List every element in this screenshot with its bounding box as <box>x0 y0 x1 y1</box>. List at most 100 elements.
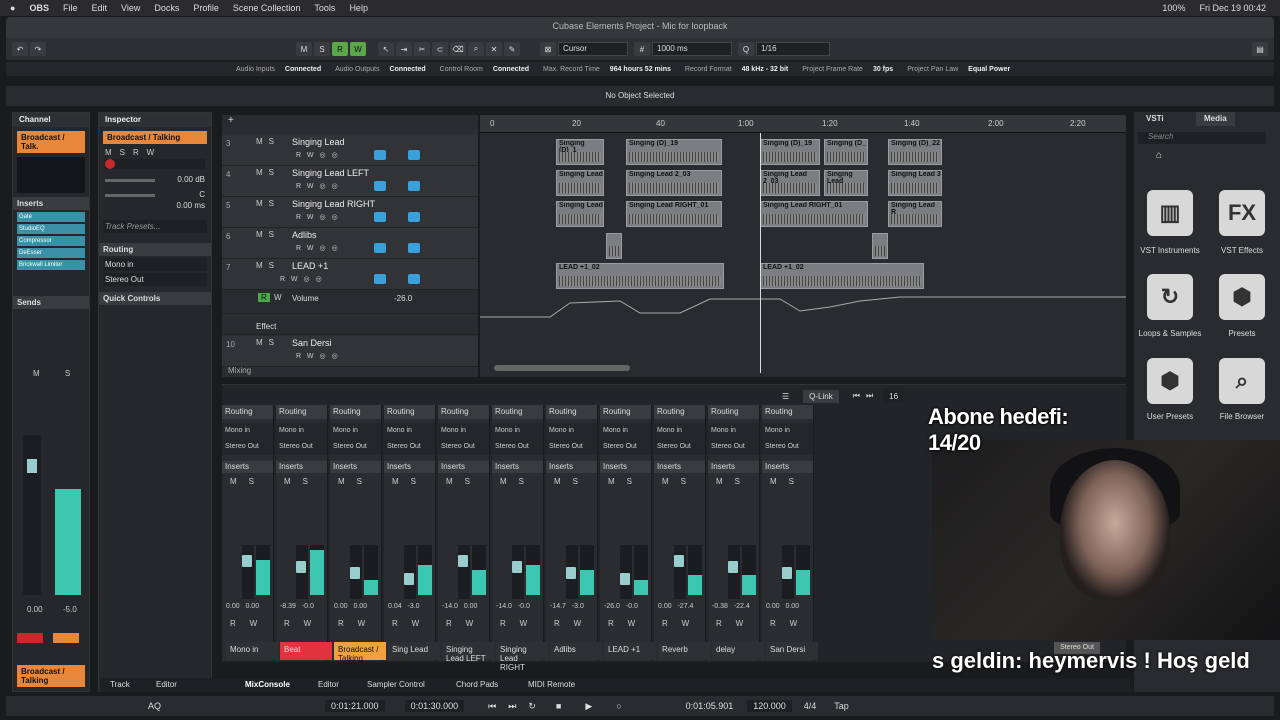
inspector-monitor-row[interactable] <box>105 159 205 169</box>
track-ms-buttons[interactable]: MS <box>256 137 280 146</box>
read-write-buttons[interactable]: RW <box>230 619 271 628</box>
routing-input[interactable]: Mono in <box>654 423 705 439</box>
channel-solo-button[interactable]: S <box>65 369 70 378</box>
routing-input[interactable]: Mono in <box>330 423 381 439</box>
insert-slot[interactable]: Gate <box>17 212 85 222</box>
channel-volume-value[interactable]: 0.00 <box>27 605 43 614</box>
fader-knob[interactable] <box>674 555 684 567</box>
zoom-tool-icon[interactable]: ⌕ <box>468 42 484 56</box>
edit-icon[interactable] <box>408 212 420 222</box>
draw-tool-icon[interactable]: ✎ <box>504 42 520 56</box>
routing-input[interactable]: Mono in <box>103 258 207 271</box>
channel-strip[interactable]: Routing Mono in Stereo Out Inserts MS 0.00 0.… <box>762 405 814 661</box>
menu-help[interactable]: Help <box>349 3 368 13</box>
automation-read-button[interactable]: R <box>258 293 270 302</box>
routing-header[interactable]: Routing <box>276 405 327 419</box>
volume-readout[interactable]: 0.04 -3.0 <box>388 603 434 610</box>
audio-inputs-status[interactable]: Connected <box>285 66 321 73</box>
channel-strip[interactable]: Routing Mono in Stereo Out Inserts MS -14.0 -… <box>492 405 544 661</box>
menu-tools[interactable]: Tools <box>314 3 335 13</box>
inserts-header[interactable]: Inserts <box>438 461 489 473</box>
control-room-status[interactable]: Connected <box>493 66 529 73</box>
playhead[interactable] <box>760 133 761 373</box>
inserts-header[interactable]: Inserts <box>600 461 651 473</box>
channel-name[interactable]: Beat <box>280 642 332 660</box>
mute-solo-buttons[interactable]: MS <box>654 473 705 490</box>
erase-tool-icon[interactable]: ⌫ <box>450 42 466 56</box>
mute-solo-buttons[interactable]: MS <box>222 473 273 490</box>
menu-view[interactable]: View <box>121 3 140 13</box>
mixer-menu-icon[interactable]: ☰ <box>782 392 789 401</box>
routing-header[interactable]: Routing <box>546 405 597 419</box>
channel-strip[interactable]: Routing Mono in Stereo Out Inserts MS 0.04 -3… <box>384 405 436 661</box>
read-write-buttons[interactable]: RW <box>284 619 325 628</box>
edit-icon[interactable] <box>408 274 420 284</box>
automation-lane[interactable]: R W Volume -26.0 <box>222 290 478 314</box>
inserts-header[interactable]: Inserts <box>276 461 327 473</box>
routing-output[interactable]: Stereo Out <box>762 439 813 455</box>
routing-output[interactable]: Stereo Out <box>600 439 651 455</box>
track-name[interactable]: Singing Lead LEFT <box>292 168 369 178</box>
fader-knob[interactable] <box>458 555 468 567</box>
audio-event[interactable]: Singing Lead 3 <box>888 170 942 196</box>
user-presets-icon[interactable]: ⬢ <box>1147 358 1193 404</box>
audio-quantize-button[interactable]: AQ <box>148 701 161 711</box>
tempo-display[interactable]: 120.000 <box>747 700 792 712</box>
menu-file[interactable]: File <box>63 3 78 13</box>
routing-input[interactable]: Mono in <box>600 423 651 439</box>
inserts-header[interactable]: Inserts <box>13 197 89 210</box>
channel-strip[interactable]: Routing Mono in Stereo Out Inserts MS 0.00 0.… <box>330 405 382 661</box>
glue-tool-icon[interactable]: ⊂ <box>432 42 448 56</box>
right-locator[interactable]: 0:01:30.000 <box>404 700 465 712</box>
track-row[interactable]: 5 MS Singing Lead RIGHT RW◎◎ <box>222 197 478 228</box>
add-track-icon[interactable]: + <box>222 115 478 129</box>
inserts-header[interactable]: Inserts <box>762 461 813 473</box>
tab-chord-pads[interactable]: Chord Pads <box>456 680 498 689</box>
fader-knob[interactable] <box>242 555 252 567</box>
read-write-buttons[interactable]: RW <box>500 619 541 628</box>
channel-fader-knob[interactable] <box>27 459 37 473</box>
go-to-start-icon[interactable]: ⏮ <box>488 701 496 712</box>
read-write-buttons[interactable]: RW <box>608 619 649 628</box>
audio-event[interactable]: Singing Lead <box>556 170 604 196</box>
volume-readout[interactable]: 0.00 0.00 <box>766 603 812 610</box>
routing-input[interactable]: Mono in <box>438 423 489 439</box>
tab-mixconsole[interactable]: MixConsole <box>245 680 290 689</box>
channel-title[interactable]: Channel <box>13 113 89 127</box>
edit-icon[interactable] <box>408 243 420 253</box>
media-search-input[interactable]: Search <box>1138 132 1266 144</box>
routing-header[interactable]: Routing <box>438 405 489 419</box>
audio-event[interactable]: LEAD +1_02 <box>556 263 724 289</box>
vst-instruments-icon[interactable]: ▥ <box>1147 190 1193 236</box>
inspector-msrw[interactable]: MSRW <box>105 148 205 157</box>
volume-fader[interactable] <box>620 545 632 599</box>
routing-input[interactable]: Mono in <box>546 423 597 439</box>
inserts-header[interactable]: Inserts <box>708 461 759 473</box>
audio-outputs-status[interactable]: Connected <box>389 66 425 73</box>
volume-value[interactable]: 0.00 dB <box>177 175 205 184</box>
menu-scene-collection[interactable]: Scene Collection <box>233 3 301 13</box>
inserts-header[interactable]: Inserts <box>384 461 435 473</box>
audio-event[interactable]: Singing Lead 2_03 <box>760 170 820 196</box>
monitor-button[interactable] <box>53 633 79 643</box>
next-icon[interactable]: ⏭ <box>866 391 873 401</box>
routing-output[interactable]: Stereo Out <box>222 439 273 455</box>
mute-all-button[interactable]: M <box>296 42 312 56</box>
routing-output[interactable]: Stereo Out <box>492 439 543 455</box>
mute-solo-buttons[interactable]: MS <box>276 473 327 490</box>
range-tool-icon[interactable]: ⇥ <box>396 42 412 56</box>
presets-label[interactable]: Presets <box>1207 329 1277 338</box>
prev-icon[interactable]: ⏮ <box>853 391 860 401</box>
automation-write-button[interactable]: W <box>274 293 282 302</box>
routing-input[interactable]: Mono in <box>708 423 759 439</box>
loops-samples-label[interactable]: Loops & Samples <box>1135 329 1205 338</box>
channel-name[interactable]: Singing Lead LEFT <box>442 642 494 663</box>
routing-output[interactable]: Stereo Out <box>384 439 435 455</box>
quantize-select[interactable]: 1/16 <box>756 42 830 56</box>
track-row[interactable]: 4 MS Singing Lead LEFT RW◎◎ <box>222 166 478 197</box>
routing-header[interactable]: Routing <box>384 405 435 419</box>
volume-readout[interactable]: -8.39 -0.0 <box>280 603 326 610</box>
channel-strip[interactable]: Routing Mono in Stereo Out Inserts MS 0.00 0.… <box>222 405 274 661</box>
audio-event[interactable]: Singing Lead R <box>888 201 942 227</box>
tab-editor[interactable]: Editor <box>156 680 177 689</box>
